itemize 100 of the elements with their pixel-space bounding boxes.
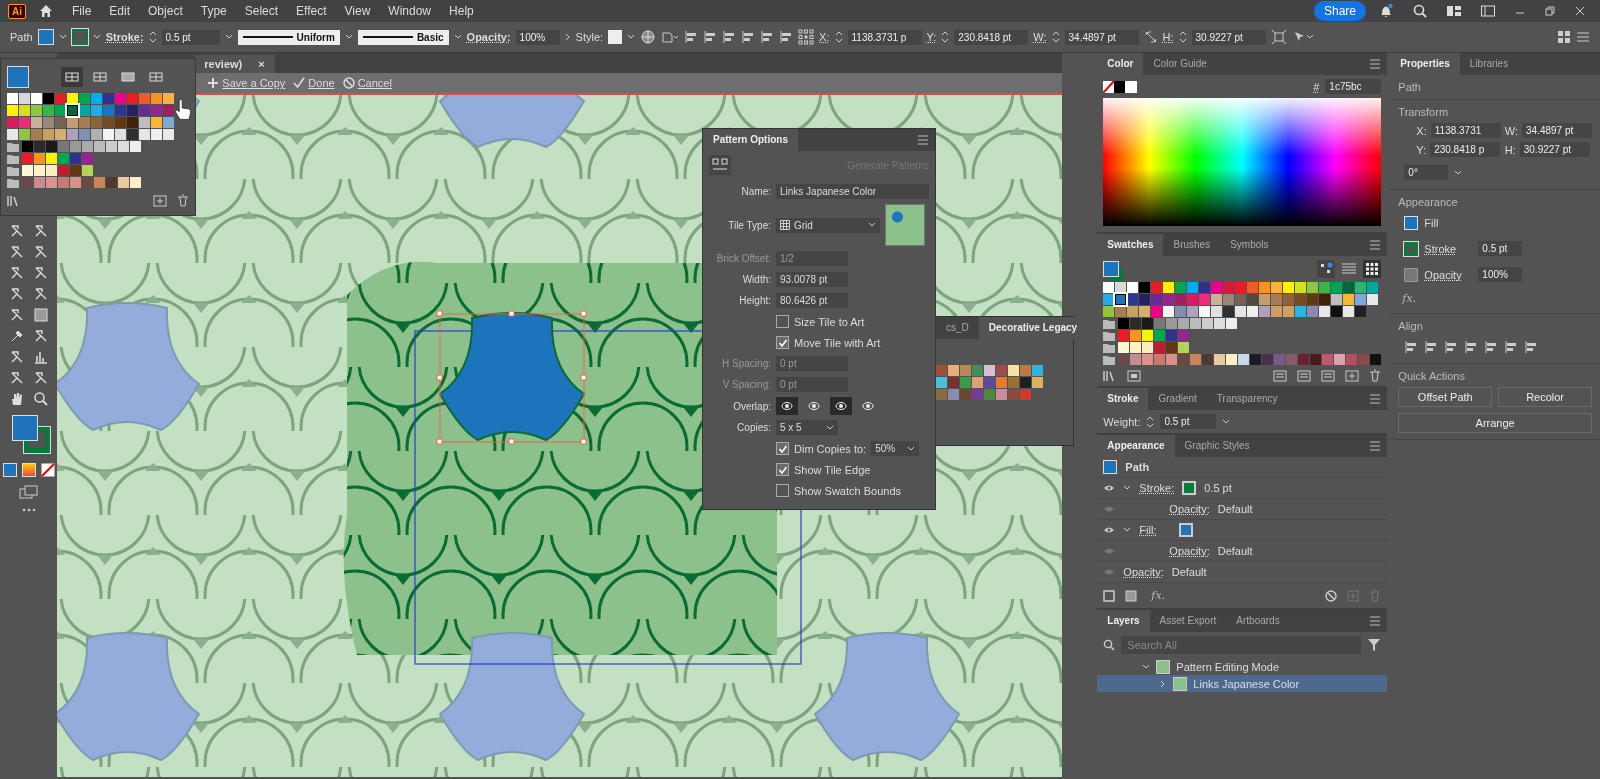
y-field[interactable]: 230.8418 pt: [954, 29, 1029, 45]
attribute-label[interactable]: Opacity:: [1123, 566, 1164, 578]
panel-tab[interactable]: Symbols: [1220, 234, 1279, 256]
panel-tab[interactable]: Color: [1097, 53, 1144, 75]
panel-tab[interactable]: Gradient: [1148, 388, 1207, 410]
fill-label: Fill: [1424, 217, 1439, 229]
copies-dropdown[interactable]: 5 x 5: [776, 420, 838, 435]
pattern-action-link[interactable]: Cancel: [357, 77, 392, 89]
panel-tab[interactable]: Asset Export: [1149, 610, 1227, 632]
opacity-label[interactable]: Opacity:: [466, 31, 511, 43]
checkbox-label: Move Tile with Art: [794, 336, 881, 349]
panel-tab[interactable]: Color Guide: [1143, 53, 1217, 75]
panel-tab[interactable]: Appearance: [1097, 435, 1175, 457]
section-title: Quick Actions: [1398, 370, 1466, 382]
attribute-label[interactable]: Opacity:: [1169, 503, 1210, 515]
layers-search-field[interactable]: Search All: [1121, 636, 1362, 654]
transform-field[interactable]: 34.4897 pt: [1522, 123, 1592, 138]
quick-action-button[interactable]: Offset Path: [1398, 387, 1493, 407]
panel-title: Pattern Options: [703, 129, 798, 151]
transform-label: X:: [1416, 124, 1427, 137]
menu-item[interactable]: Edit: [103, 4, 137, 18]
field-label: V Spacing:: [721, 379, 771, 390]
attribute-label[interactable]: Opacity:: [1169, 545, 1210, 557]
field-label: H Spacing:: [721, 358, 771, 369]
transform-label: H:: [1504, 143, 1516, 156]
attribute-label[interactable]: Fill:: [1139, 524, 1172, 536]
stroke-weight-field[interactable]: 0.5 pt: [1478, 241, 1523, 256]
quick-action-button[interactable]: Recolor: [1498, 387, 1592, 407]
section-title: Align: [1398, 320, 1424, 332]
attribute-label[interactable]: Stroke:: [1139, 482, 1175, 494]
field-label: Width:: [741, 274, 771, 285]
checkbox-label: Size Tile to Art: [794, 315, 865, 328]
selection-label: Path: [10, 31, 33, 43]
transform-field[interactable]: 230.8418 p: [1430, 142, 1501, 157]
panel-tab[interactable]: Transparency: [1206, 388, 1288, 410]
menu-item[interactable]: Object: [142, 4, 189, 18]
menu-item[interactable]: Help: [443, 4, 480, 18]
panel-tab[interactable]: Graphic Styles: [1174, 435, 1260, 457]
field-label: Overlap:: [732, 400, 771, 412]
checkbox-label: Show Swatch Bounds: [794, 484, 901, 497]
panel-tab[interactable]: Artboards: [1226, 610, 1290, 632]
panel-tab[interactable]: Layers: [1097, 610, 1150, 632]
dim-percent-dropdown[interactable]: 50%: [871, 441, 920, 456]
field-label: Brick Offset:: [715, 253, 771, 264]
x-field[interactable]: 1138.3731 p: [847, 29, 922, 45]
attribute-value: Default: [1217, 503, 1253, 515]
size-field[interactable]: 93.0078 pt: [776, 272, 848, 287]
layer-row[interactable]: Pattern Editing Mode: [1097, 658, 1388, 675]
transform-field[interactable]: 1138.3731: [1430, 123, 1501, 138]
stroke-profile-dropdown[interactable]: Uniform: [237, 29, 340, 45]
menu-item[interactable]: Window: [382, 4, 438, 18]
angle-field[interactable]: 0°: [1404, 165, 1449, 180]
stroke-weight-field[interactable]: 0.5 pt: [161, 29, 220, 45]
app-logo: Ai: [8, 3, 26, 19]
menu-item[interactable]: Select: [238, 4, 285, 18]
opacity-field[interactable]: 100%: [515, 29, 560, 45]
transform-field[interactable]: 30.9227 pt: [1519, 142, 1590, 157]
opacity-field[interactable]: 100%: [1478, 267, 1523, 282]
name-field[interactable]: Links Japanese Color: [776, 184, 929, 199]
panel-tab[interactable]: Libraries: [1459, 53, 1519, 75]
menu-item[interactable]: Type: [194, 4, 233, 18]
field-label: Copies:: [736, 422, 771, 433]
transform-label: W:: [1504, 124, 1518, 137]
width-field[interactable]: 34.4897 pt: [1064, 29, 1139, 45]
stroke-label[interactable]: Stroke: [1424, 242, 1473, 255]
checkbox-label: Show Tile Edge: [794, 463, 871, 476]
attribute-value: 0.5 pt: [1204, 482, 1232, 494]
quick-action-button[interactable]: Arrange: [1398, 413, 1592, 433]
hex-field[interactable]: 1c75bc: [1325, 79, 1382, 94]
field-label: Name:: [740, 186, 771, 197]
menu-item[interactable]: File: [66, 4, 98, 18]
panel-tab[interactable]: Swatches: [1097, 234, 1164, 256]
pattern-action-link[interactable]: Save a Copy: [222, 77, 286, 89]
pattern-action-link[interactable]: Done: [308, 77, 335, 89]
weight-field[interactable]: 0.5 pt: [1160, 414, 1217, 429]
field-label: Tile Type:: [727, 219, 771, 231]
tile-type-dropdown[interactable]: Grid: [776, 217, 880, 233]
panel-tab[interactable]: Stroke: [1097, 388, 1149, 410]
panel-tab[interactable]: cs_D: [936, 317, 979, 339]
menu-item[interactable]: Effect: [290, 4, 333, 18]
brush-dropdown[interactable]: Basic: [357, 29, 449, 45]
panel-tab[interactable]: Properties: [1390, 53, 1460, 75]
share-button[interactable]: Share: [1313, 1, 1366, 21]
transform-label: Y:: [1416, 143, 1427, 156]
layer-row[interactable]: Links Japanese Color: [1097, 675, 1388, 692]
layer-name: Pattern Editing Mode: [1176, 660, 1280, 673]
document-tab[interactable]: review) ×: [194, 55, 275, 73]
opacity-label[interactable]: Opacity: [1424, 268, 1473, 281]
effects-button[interactable]: fx.: [1398, 290, 1592, 307]
height-field[interactable]: 30.9227 pt: [1191, 29, 1266, 45]
stroke-label[interactable]: Stroke:: [105, 31, 144, 43]
section-title: Transform: [1398, 106, 1450, 118]
brick-offset-dropdown[interactable]: 1/2: [776, 251, 848, 266]
section-title: Appearance: [1398, 196, 1459, 208]
h-label: H:: [1162, 31, 1174, 43]
effects-button[interactable]: fx.: [1147, 587, 1170, 604]
panel-tab[interactable]: Brushes: [1163, 234, 1221, 256]
attribute-value: Default: [1171, 566, 1207, 578]
menu-item[interactable]: View: [338, 4, 377, 18]
size-field[interactable]: 80.6426 pt: [776, 293, 848, 308]
